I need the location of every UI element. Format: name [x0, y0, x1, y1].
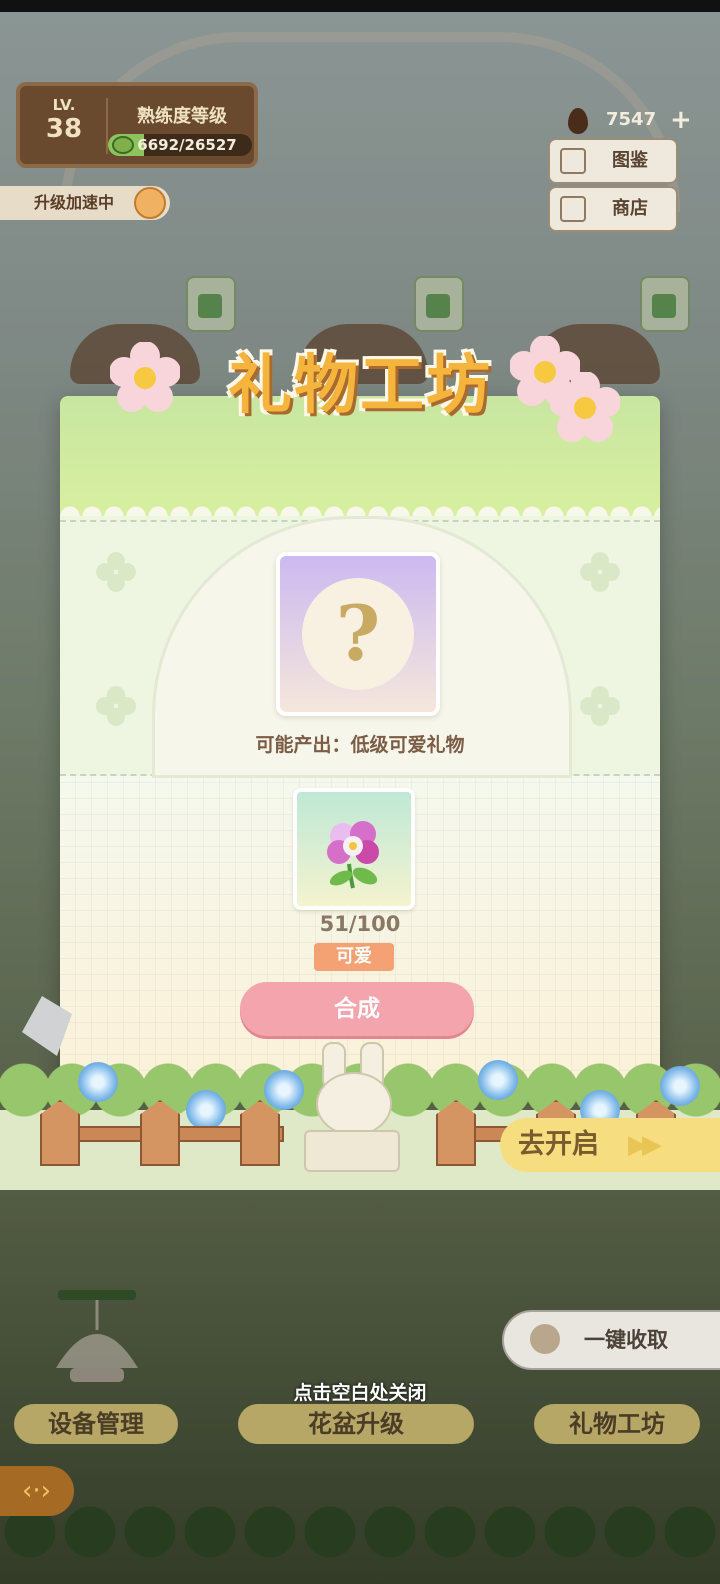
- fence-post: [40, 1100, 80, 1166]
- synthesize-button[interactable]: 合成: [240, 982, 474, 1036]
- collect-all-label: 一键收取: [584, 1328, 668, 1352]
- pansy-flower-icon: [327, 821, 379, 889]
- shop-label: 商店: [612, 198, 648, 219]
- currency-amount: 7547: [606, 109, 657, 130]
- clover-decoration-icon: [580, 686, 620, 726]
- morning-glory-icon: [478, 1060, 518, 1100]
- shop-icon: [560, 196, 586, 222]
- material-progress-text: 51/100: [319, 912, 401, 936]
- cherry-blossom-icon: [110, 342, 180, 412]
- fence-post: [240, 1100, 280, 1166]
- go-open-button[interactable]: 去开启 ▶▶: [500, 1118, 720, 1172]
- currency-display: 7547 +: [560, 100, 700, 140]
- fast-forward-icon: ▶▶: [628, 1130, 662, 1160]
- boost-text: 升级加速中: [34, 193, 115, 212]
- device-lamp-icon: [56, 1290, 138, 1382]
- material-slot[interactable]: [293, 788, 415, 910]
- gift-workshop-modal: ? 可能产出：低级可爱礼物 51/100 可爱 合成: [60, 396, 660, 1086]
- question-mark-icon: ?: [335, 589, 381, 678]
- catalog-label: 图鉴: [612, 150, 648, 171]
- bunny-head: [316, 1072, 392, 1136]
- wooden-fence: [40, 1100, 284, 1166]
- statue-pedestal: [304, 1130, 400, 1172]
- sack-icon: [530, 1324, 560, 1354]
- boost-status-pill[interactable]: 升级加速中: [0, 186, 170, 220]
- clover-decoration-icon: [580, 552, 620, 592]
- material-type-tag: 可爱: [314, 943, 394, 971]
- xp-text: 6692/26527: [137, 136, 237, 154]
- modal-title-banner: 礼物工坊: [110, 336, 620, 446]
- add-currency-button[interactable]: +: [670, 100, 692, 140]
- level-panel[interactable]: LV. 38 熟练度等级 6692/26527: [16, 82, 258, 168]
- fence-post: [436, 1100, 476, 1166]
- level-indicator: LV. 38: [28, 96, 100, 144]
- level-value: 38: [45, 114, 83, 144]
- device-manage-button[interactable]: 设备管理: [14, 1404, 178, 1444]
- gift-workshop-button[interactable]: 礼物工坊: [534, 1404, 700, 1444]
- level-label: LV.: [52, 96, 76, 114]
- clover-decoration-icon: [96, 552, 136, 592]
- catalog-button[interactable]: 图鉴: [548, 138, 678, 184]
- book-icon: [560, 148, 586, 174]
- possible-output-text: 可能产出：低级可爱礼物: [255, 734, 465, 756]
- go-open-label: 去开启: [518, 1129, 599, 1160]
- mystery-gift-slot[interactable]: ?: [276, 552, 440, 716]
- cherry-blossom-icon: [550, 372, 620, 442]
- back-button[interactable]: ‹·›: [0, 1466, 74, 1516]
- modal-title: 礼物工坊: [228, 349, 492, 423]
- morning-glory-icon: [78, 1062, 118, 1102]
- seed-currency-icon: [568, 108, 588, 134]
- bunny-statue: [304, 1042, 400, 1172]
- clover-decoration-icon: [96, 686, 136, 726]
- shop-button[interactable]: 商店: [548, 186, 678, 232]
- tap-to-close-hint: 点击空白处关闭: [293, 1382, 427, 1404]
- collect-all-button[interactable]: 一键收取: [502, 1310, 720, 1370]
- pot-upgrade-button[interactable]: 花盆升级: [238, 1404, 474, 1444]
- helper-avatar-icon: [134, 187, 166, 219]
- status-bar: [0, 0, 720, 12]
- mastery-title: 熟练度等级: [137, 106, 227, 127]
- mystery-disc: ?: [302, 578, 414, 690]
- fence-post: [140, 1100, 180, 1166]
- xp-progress-bar: 6692/26527: [108, 134, 252, 156]
